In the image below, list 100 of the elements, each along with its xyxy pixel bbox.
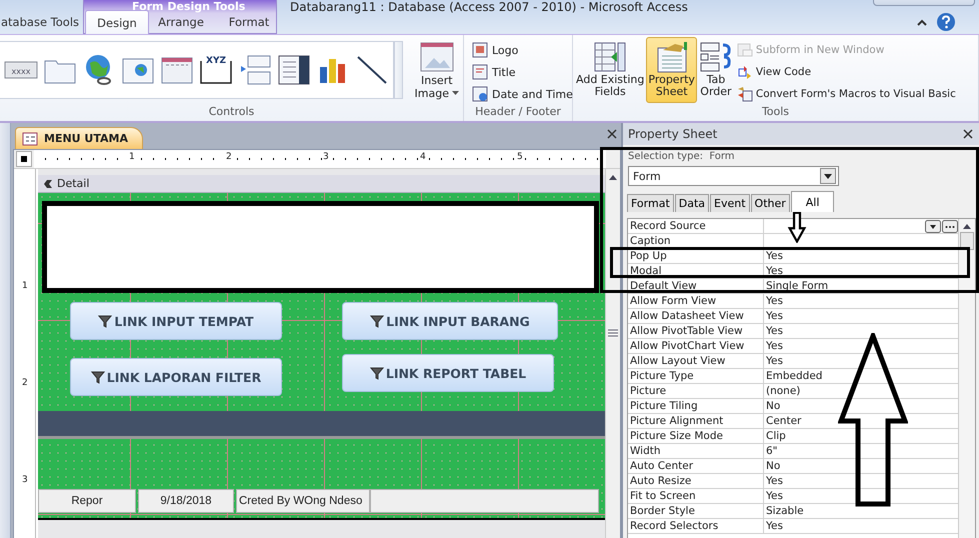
link-button[interactable]: LINK INPUT TEMPAT (70, 302, 282, 340)
ribbon-button[interactable]: View Code (736, 61, 956, 83)
horizontal-ruler: 1 2 3 4 5 (34, 150, 606, 168)
property-tab[interactable]: Data (674, 194, 710, 212)
property-value[interactable]: Yes (766, 355, 783, 367)
ribbon-button[interactable]: Date and Time (472, 83, 573, 105)
property-value[interactable]: 6" (766, 445, 778, 457)
property-value[interactable]: Yes (766, 295, 783, 307)
caret-icon (452, 91, 459, 96)
scroll-up-icon[interactable] (608, 173, 618, 181)
macro-icon (736, 86, 753, 102)
builder-icon[interactable] (942, 220, 958, 232)
property-value[interactable]: Yes (766, 340, 783, 352)
grip-icon[interactable] (608, 329, 618, 337)
property-value[interactable]: Sizable (766, 505, 804, 517)
document-icon (472, 42, 488, 58)
link-button[interactable]: LINK REPORT TABEL (342, 354, 554, 392)
property-value[interactable]: No (766, 460, 780, 472)
property-name: Allow Form View (628, 294, 764, 308)
property-value[interactable]: Yes (766, 475, 783, 487)
text-field[interactable]: Repor (38, 489, 136, 513)
insert-image-button[interactable]: Insert Image (410, 37, 463, 103)
ribbon-button[interactable]: Logo (472, 39, 518, 61)
close-icon[interactable] (607, 129, 617, 139)
property-value[interactable]: Center (766, 415, 802, 427)
link-button[interactable]: LINK INPUT BARANG (342, 302, 558, 340)
ribbon-tab[interactable]: Design (85, 10, 149, 34)
scroll-up-icon[interactable] (962, 222, 972, 230)
property-name: Caption (628, 234, 764, 248)
property-value[interactable]: Yes (766, 310, 783, 322)
collapse-icon (43, 178, 53, 188)
text-field[interactable]: 9/18/2018 (138, 489, 234, 513)
context-group-label: Form Design Tools (132, 0, 246, 13)
property-value[interactable]: Clip (766, 430, 786, 442)
subform-icon (736, 42, 753, 58)
filter-icon (98, 314, 112, 328)
gallery-scrollbar[interactable] (394, 41, 403, 99)
filter-icon (90, 370, 105, 384)
property-name: Fit to Screen (628, 489, 764, 503)
ribbon-tab[interactable]: atabase Tools (0, 10, 80, 32)
group-label: Controls (208, 105, 256, 120)
ribbon-button[interactable]: Property Sheet (646, 37, 697, 103)
object-dropdown[interactable]: Form (628, 166, 839, 186)
panel-title: Property Sheet (628, 127, 718, 141)
section-bar[interactable]: Detail (38, 175, 605, 193)
property-value[interactable]: No (766, 400, 780, 412)
property-tab[interactable]: All (790, 191, 834, 212)
property-value[interactable]: Yes (766, 250, 783, 262)
property-name: Default View (628, 279, 764, 293)
collapse-ribbon-icon[interactable] (917, 19, 927, 27)
up-arrow-icon (838, 333, 908, 507)
pagebreak-control-icon[interactable] (238, 53, 272, 87)
text-field[interactable] (370, 489, 599, 513)
property-value[interactable]: Yes (766, 325, 783, 337)
property-value[interactable]: Yes (766, 265, 783, 277)
filter-icon (370, 314, 384, 328)
listbox-control-icon[interactable] (277, 53, 311, 87)
property-name: Pop Up (628, 249, 764, 263)
help-icon[interactable] (936, 12, 956, 32)
label-box[interactable] (42, 201, 599, 293)
property-tab[interactable]: Event (710, 194, 750, 212)
property-tab[interactable]: Format (627, 194, 674, 212)
property-name: Allow PivotChart View (628, 339, 764, 353)
property-name: Picture Alignment (628, 414, 764, 428)
property-name: Border Style (628, 504, 764, 518)
property-name: Allow PivotTable View (628, 324, 764, 338)
property-value[interactable]: Embedded (766, 370, 822, 382)
close-icon[interactable] (963, 129, 973, 139)
document-tab[interactable]: MENU UTAMA (15, 127, 143, 149)
property-name: Picture Type (628, 369, 764, 383)
window-title: Databarang11 : Database (Access 2007 - 2010) - Microsoft Access (290, 0, 688, 14)
text-field[interactable]: Creted By WOng Ndeso (236, 489, 370, 513)
calendar-icon (472, 86, 488, 102)
link-button[interactable]: LINK LAPORAN FILTER (70, 358, 282, 396)
property-name: Auto Resize (628, 474, 764, 488)
ribbon-button[interactable]: Convert Form's Macros to Visual Basic (736, 83, 956, 105)
ribbon-tab[interactable]: Format (213, 10, 285, 32)
property-name: Auto Center (628, 459, 764, 473)
vertical-scrollbar[interactable] (958, 219, 975, 538)
document-icon (472, 64, 488, 80)
group-label: Header / Footer (474, 105, 562, 120)
property-name: Allow Layout View (628, 354, 764, 368)
property-value[interactable]: (none) (766, 385, 800, 397)
vertical-scrollbar[interactable] (605, 169, 620, 538)
property-value[interactable]: Single Form (766, 280, 828, 292)
ribbon-button[interactable]: Title (472, 61, 516, 83)
property-name: Record Selectors (628, 519, 764, 533)
ribbon-button[interactable]: Tab Order (696, 37, 735, 103)
form-selector[interactable] (16, 151, 32, 167)
image-icon (420, 40, 454, 74)
property-name: Record Source (628, 219, 764, 233)
filter-icon (370, 366, 384, 380)
group-label: Tools (760, 105, 790, 120)
ribbon-button[interactable]: Add Existing Fields (574, 37, 646, 103)
property-value[interactable]: Yes (766, 490, 783, 502)
property-tab[interactable]: Other (750, 194, 790, 212)
property-name: Picture Size Mode (628, 429, 764, 443)
property-name: Allow Datasheet View (628, 309, 764, 323)
property-name: Picture Tiling (628, 399, 764, 413)
property-value[interactable]: Yes (766, 520, 783, 532)
